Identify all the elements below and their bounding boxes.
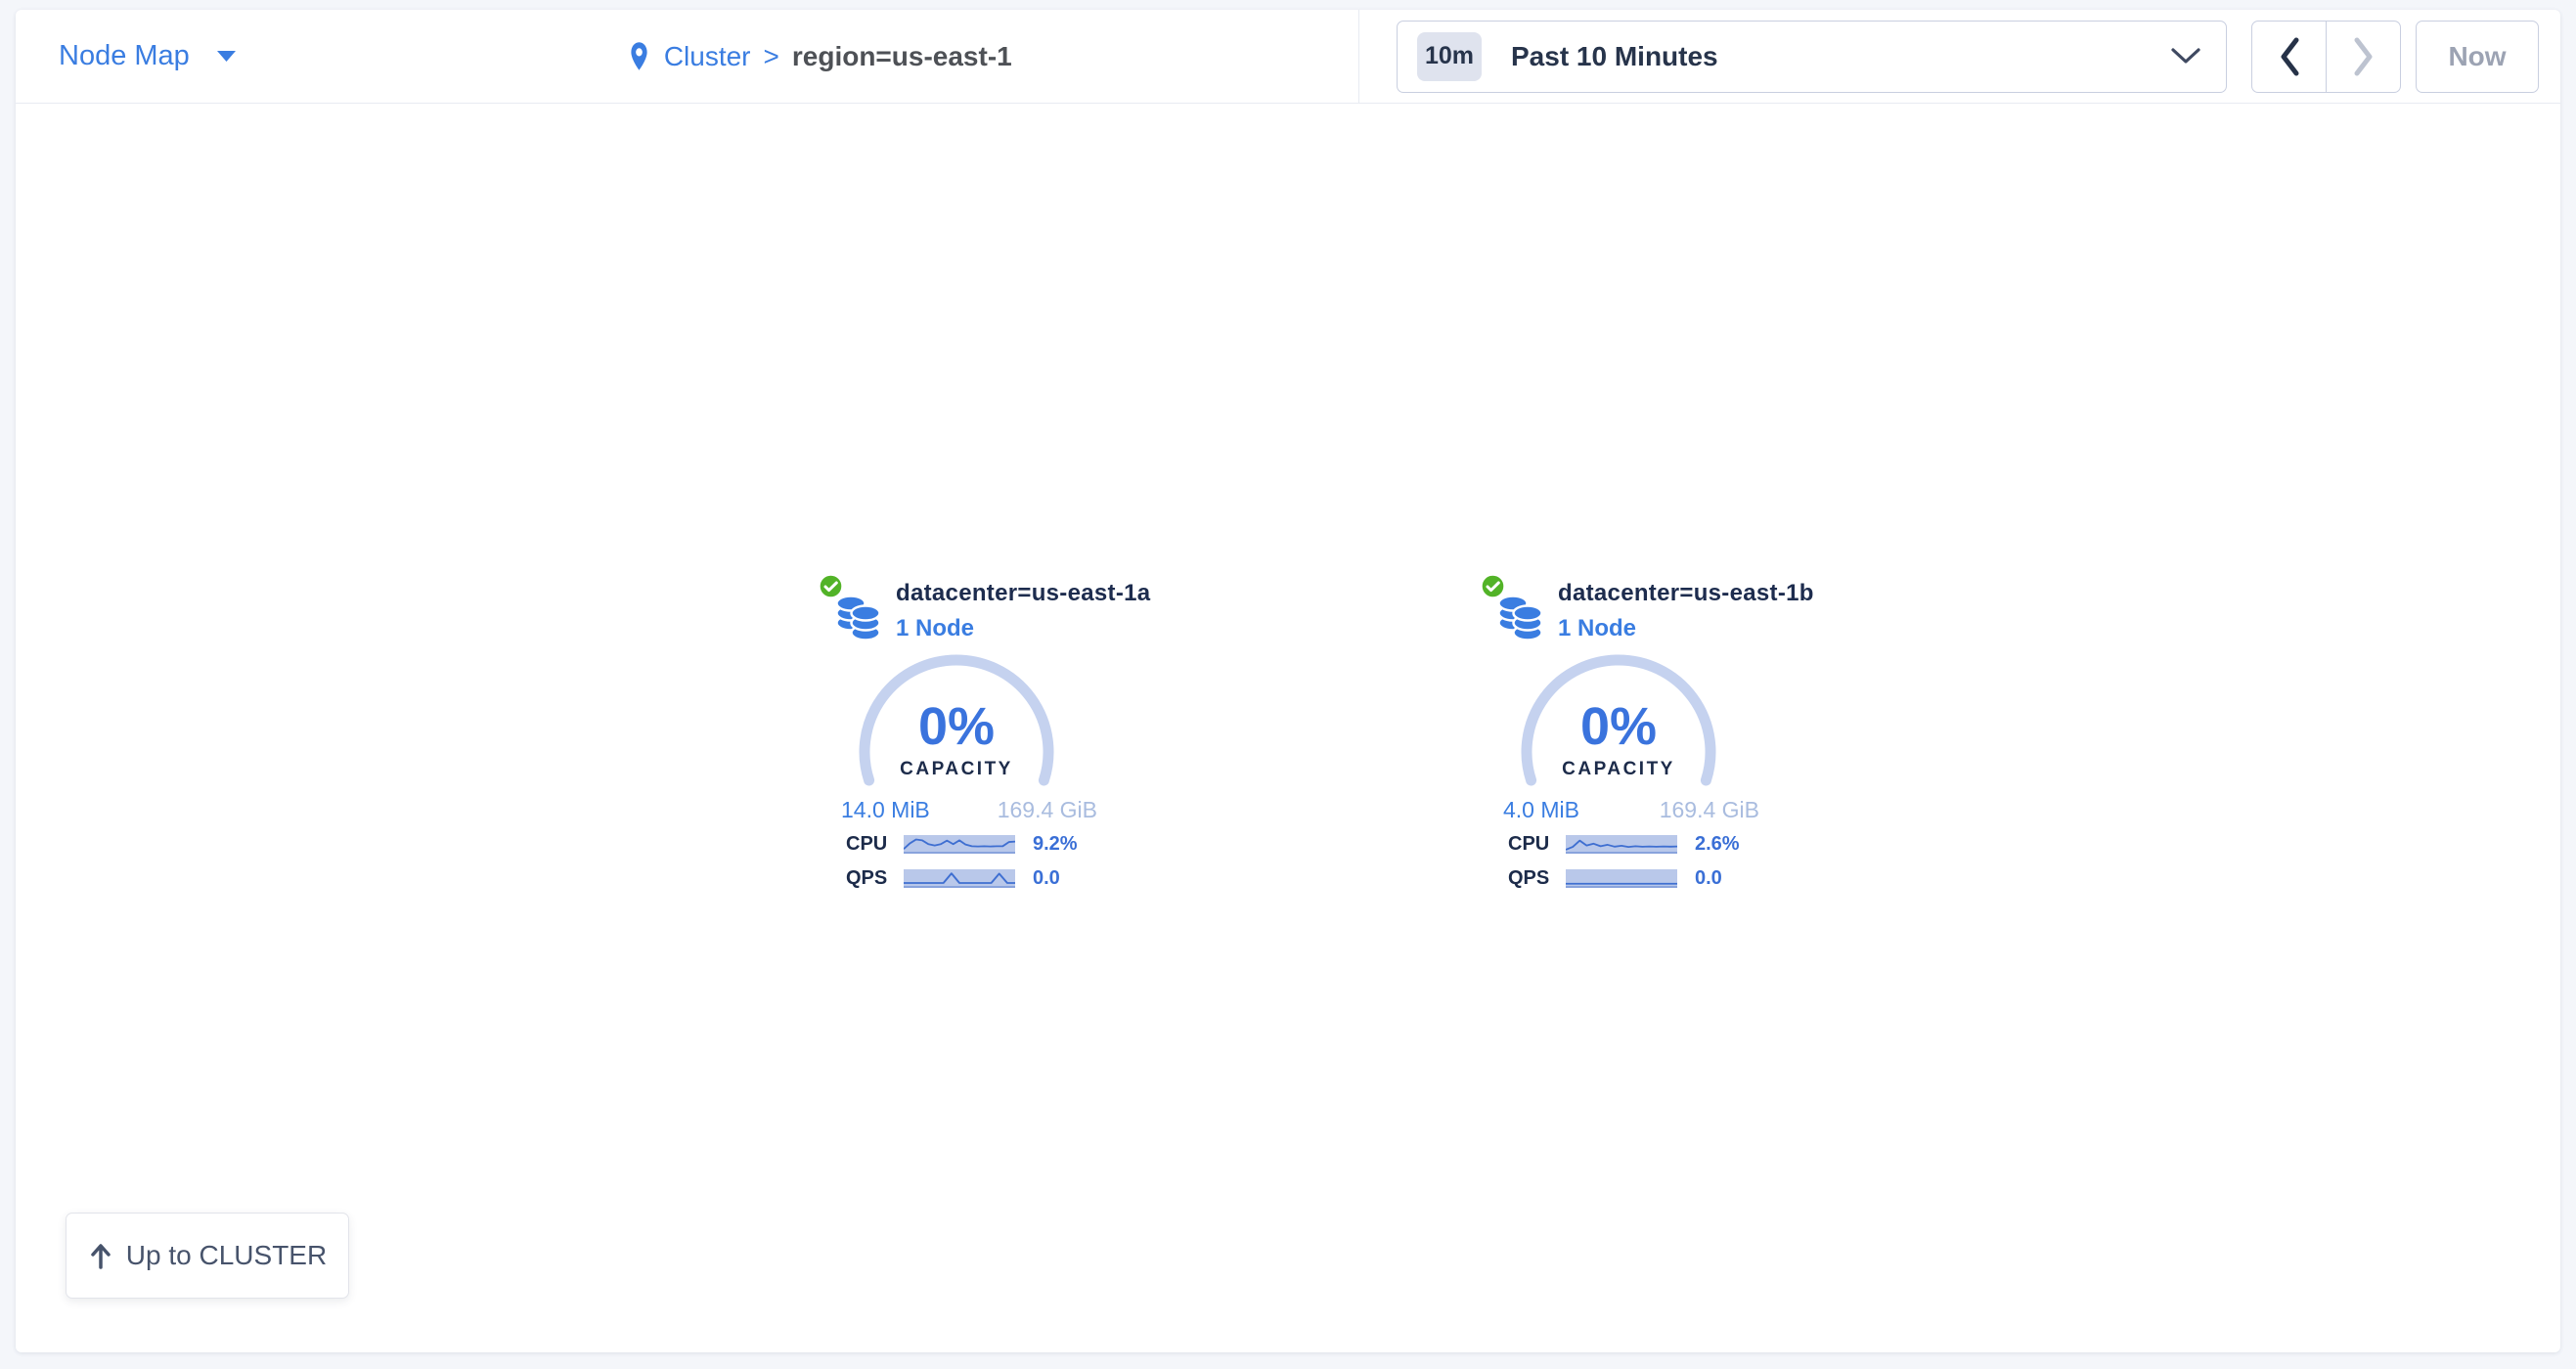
capacity-label: CAPACITY [1521, 759, 1716, 780]
datacenter-header: datacenter=us-east-1b 1 Node [1558, 580, 1814, 642]
datacenter-name: datacenter=us-east-1a [896, 580, 1150, 607]
capacity-storage-row: 4.0 MiB 169.4 GiB [1503, 797, 1759, 823]
capacity-total: 169.4 GiB [998, 797, 1097, 823]
time-window-label: Past 10 Minutes [1511, 41, 1718, 72]
location-pin-icon [627, 41, 651, 71]
caret-down-icon [217, 51, 236, 62]
metric-value: 0.0 [1695, 867, 1722, 890]
cpu-metric-row: CPU 9.2% [846, 832, 1078, 856]
datacenter-node-count: 1 Node [1558, 615, 1814, 642]
cpu-sparkline [1566, 835, 1677, 854]
capacity-gauge: 0% CAPACITY [1521, 654, 1716, 791]
capacity-gauge: 0% CAPACITY [859, 654, 1054, 791]
node-map-page: Node Map Cluster > region=us-east-1 10m [0, 0, 2576, 1369]
chevron-down-icon [2171, 48, 2200, 65]
datacenter-header: datacenter=us-east-1a 1 Node [896, 580, 1150, 642]
qps-metric-row: QPS 0.0 [846, 866, 1060, 890]
time-nav [2251, 21, 2401, 93]
header: Node Map Cluster > region=us-east-1 10m [16, 10, 2560, 104]
capacity-used: 4.0 MiB [1503, 797, 1579, 823]
breadcrumb-cluster-link[interactable]: Cluster [664, 41, 751, 72]
qps-metric-row: QPS 0.0 [1508, 866, 1722, 890]
metric-label: CPU [846, 833, 904, 856]
capacity-percent: 0% [1521, 696, 1716, 757]
capacity-storage-row: 14.0 MiB 169.4 GiB [841, 797, 1097, 823]
capacity-used: 14.0 MiB [841, 797, 930, 823]
metric-value: 9.2% [1033, 833, 1078, 856]
metric-value: 0.0 [1033, 867, 1060, 890]
view-selector-label: Node Map [59, 40, 190, 72]
now-button[interactable]: Now [2416, 21, 2539, 93]
up-to-cluster-button[interactable]: Up to CLUSTER [66, 1213, 349, 1299]
arrow-up-icon [88, 1242, 113, 1269]
breadcrumb: Cluster > region=us-east-1 [627, 41, 1012, 72]
capacity-total: 169.4 GiB [1660, 797, 1759, 823]
cpu-sparkline [904, 835, 1015, 854]
datacenter-name: datacenter=us-east-1b [1558, 580, 1814, 607]
header-time-controls: 10m Past 10 Minutes [1358, 10, 2560, 103]
view-selector[interactable]: Node Map [59, 40, 236, 72]
time-window-badge: 10m [1417, 32, 1482, 81]
metric-label: QPS [1508, 867, 1566, 890]
datacenter-card[interactable]: datacenter=us-east-1a 1 Node 0% CAPACITY… [820, 572, 1142, 897]
next-interval-button[interactable] [2326, 22, 2400, 92]
qps-sparkline [1566, 869, 1677, 888]
prev-interval-button[interactable] [2252, 22, 2326, 92]
metric-label: QPS [846, 867, 904, 890]
datacenter-card[interactable]: datacenter=us-east-1b 1 Node 0% CAPACITY… [1482, 572, 1804, 897]
up-to-cluster-label: Up to CLUSTER [126, 1240, 327, 1271]
qps-sparkline [904, 869, 1015, 888]
capacity-percent: 0% [859, 696, 1054, 757]
chevron-right-icon [2353, 37, 2375, 76]
breadcrumb-separator: > [764, 41, 779, 72]
check-circle-icon [818, 573, 844, 599]
time-window-dropdown[interactable]: 10m Past 10 Minutes [1397, 21, 2227, 93]
chevron-left-icon [2279, 37, 2300, 76]
metric-value: 2.6% [1695, 833, 1740, 856]
node-map-panel: Node Map Cluster > region=us-east-1 10m [16, 10, 2560, 1352]
datacenter-node-count: 1 Node [896, 615, 1150, 642]
cpu-metric-row: CPU 2.6% [1508, 832, 1740, 856]
metric-label: CPU [1508, 833, 1566, 856]
capacity-label: CAPACITY [859, 759, 1054, 780]
check-circle-icon [1480, 573, 1506, 599]
breadcrumb-current: region=us-east-1 [792, 41, 1012, 72]
